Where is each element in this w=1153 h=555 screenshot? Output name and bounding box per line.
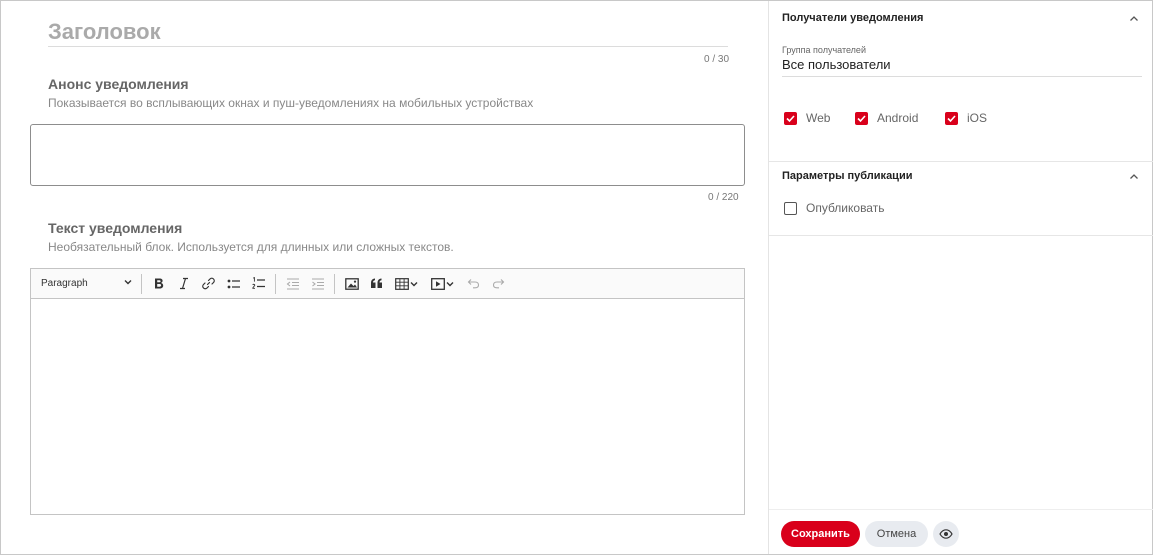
bold-icon: [153, 277, 165, 290]
cancel-button[interactable]: Отмена: [865, 521, 928, 547]
platform-label-web: Web: [806, 111, 831, 125]
bulleted-list-button[interactable]: [221, 272, 246, 296]
notification-editor: 0 / 30 Анонс уведомления Показывается во…: [0, 0, 1153, 555]
media-icon: [431, 277, 445, 290]
publish-checkbox[interactable]: Опубликовать: [784, 201, 884, 215]
settings-panel: Получатели уведомления Группа получателе…: [768, 1, 1153, 554]
toolbar-separator: [141, 273, 142, 294]
checkbox-checked-icon: [784, 111, 797, 125]
recipient-group-select[interactable]: Все пользователи: [782, 57, 1142, 77]
paragraph-format-dropdown[interactable]: Paragraph: [37, 272, 137, 296]
publication-heading: Параметры публикации: [782, 170, 913, 182]
toolbar-separator: [275, 273, 276, 294]
section-divider: [769, 235, 1153, 236]
link-button[interactable]: [196, 272, 221, 296]
blockquote-icon: [370, 278, 383, 289]
platform-label-ios: iOS: [967, 111, 988, 125]
outdent-button[interactable]: [280, 272, 305, 296]
indent-icon: [311, 277, 325, 290]
body-text-hint: Необязательный блок. Используется для дл…: [48, 240, 454, 254]
numbered-list-button[interactable]: [246, 272, 271, 296]
announce-textarea[interactable]: [30, 124, 745, 186]
insert-table-button[interactable]: [389, 272, 425, 296]
body-text-heading: Текст уведомления: [48, 220, 183, 236]
redo-icon: [492, 278, 505, 289]
announce-heading: Анонс уведомления: [48, 76, 189, 92]
content-column: 0 / 30 Анонс уведомления Показывается во…: [1, 1, 768, 554]
recipient-group-label: Группа получателей: [782, 45, 866, 55]
blockquote-button[interactable]: [364, 272, 389, 296]
chevron-up-icon[interactable]: [1127, 170, 1141, 184]
editor-toolbar: Paragraph: [31, 269, 744, 299]
numbered-list-icon: [251, 277, 266, 290]
italic-icon: [178, 277, 190, 290]
recipients-heading: Получатели уведомления: [782, 12, 924, 24]
outdent-icon: [286, 277, 300, 290]
eye-icon: [939, 527, 953, 542]
title-input[interactable]: [48, 17, 728, 47]
editor-content-area[interactable]: [31, 299, 744, 514]
bulleted-list-icon: [227, 278, 241, 290]
insert-image-button[interactable]: [339, 272, 364, 296]
indent-button[interactable]: [305, 272, 330, 296]
checkbox-checked-icon: [855, 111, 868, 125]
platform-checkbox-web[interactable]: Web: [784, 111, 830, 125]
bold-button[interactable]: [146, 272, 171, 296]
redo-button[interactable]: [486, 272, 511, 296]
paragraph-format-label: Paragraph: [41, 278, 88, 289]
insert-media-button[interactable]: [425, 272, 461, 296]
announce-counter: 0 / 220: [708, 192, 739, 203]
announce-hint: Показывается во всплывающих окнах и пуш-…: [48, 96, 534, 110]
undo-button[interactable]: [461, 272, 486, 296]
save-button[interactable]: Сохранить: [781, 521, 860, 547]
chevron-down-icon: [445, 279, 455, 289]
link-icon: [202, 277, 215, 290]
chevron-down-icon: [123, 277, 133, 290]
italic-button[interactable]: [171, 272, 196, 296]
table-icon: [395, 277, 409, 290]
title-field: [48, 17, 728, 47]
action-footer: Сохранить Отмена: [769, 509, 1153, 554]
preview-button[interactable]: [933, 521, 959, 547]
undo-icon: [467, 278, 480, 289]
checkbox-unchecked-icon: [784, 201, 797, 215]
chevron-down-icon: [409, 279, 419, 289]
platform-label-android: Android: [877, 111, 919, 125]
platform-checkbox-ios[interactable]: iOS: [945, 111, 987, 125]
checkbox-checked-icon: [945, 111, 958, 125]
recipient-group-value: Все пользователи: [782, 57, 891, 72]
toolbar-separator: [334, 273, 335, 294]
image-icon: [344, 277, 359, 290]
title-counter: 0 / 30: [704, 54, 730, 65]
rich-text-editor: Paragraph: [30, 268, 745, 515]
publish-label: Опубликовать: [806, 201, 885, 215]
platform-checkbox-android[interactable]: Android: [855, 111, 918, 125]
section-divider: [769, 161, 1153, 162]
chevron-up-icon[interactable]: [1127, 12, 1141, 26]
